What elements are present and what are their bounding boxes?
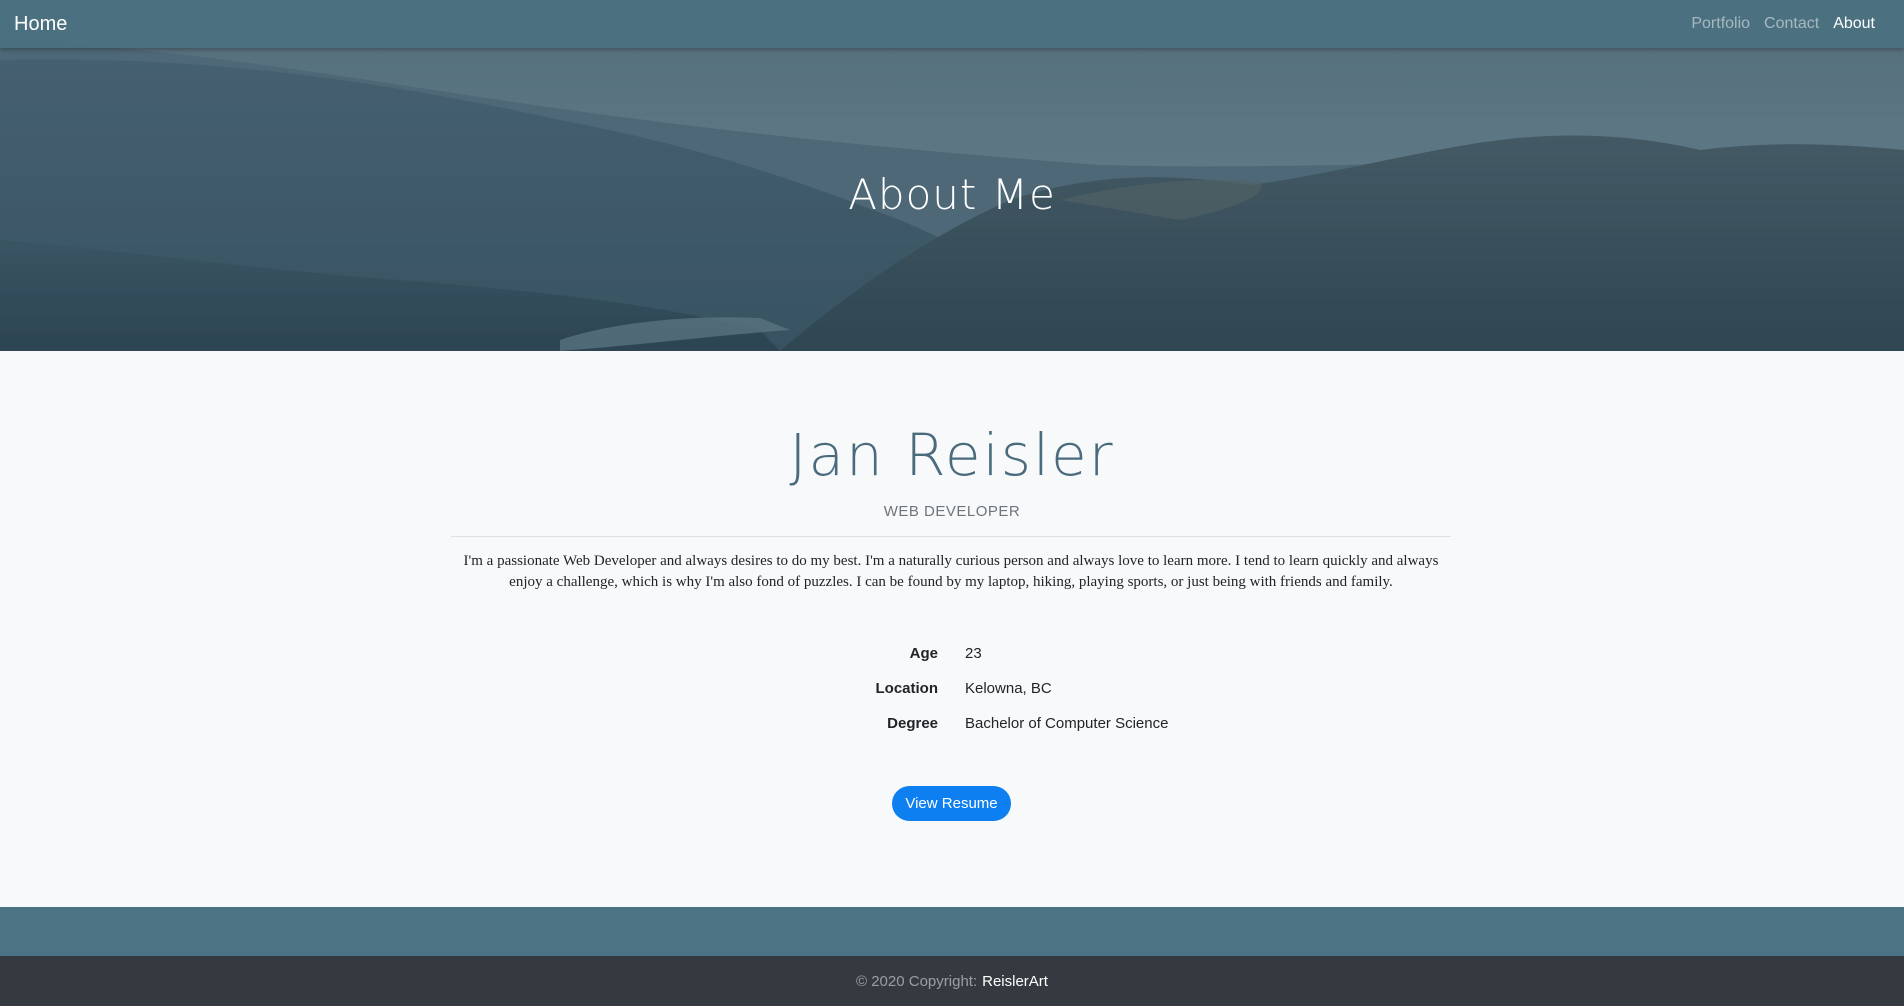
divider [451,536,1451,537]
footer: © 2020 Copyright: ReislerArt [0,956,1904,1006]
profile-bio: I'm a passionate Web Developer and alway… [463,553,1439,590]
nav-link-contact[interactable]: Contact [1757,15,1826,33]
profile-section: Jan Reisler WEB DEVELOPER I'm a passiona… [0,351,1904,907]
copyright-text: © 2020 Copyright: [856,972,978,990]
profile-name: Jan Reisler [789,421,1115,489]
detail-label: Age [909,645,938,662]
view-resume-button[interactable]: View Resume [892,786,1011,821]
profile-role: WEB DEVELOPER [883,503,1021,520]
detail-row-location: Location Kelowna, BC [0,671,1904,706]
page-title: About Me [848,170,1056,219]
hero-banner: About Me [0,0,1904,351]
footer-band [0,907,1904,956]
top-navbar: Home Portfolio Contact About [0,0,1904,48]
nav-links: Portfolio Contact About [1684,15,1882,33]
nav-link-about[interactable]: About [1826,15,1882,33]
detail-row-degree: Degree Bachelor of Computer Science [0,706,1904,741]
home-link[interactable]: Home [14,13,67,36]
detail-value: Kelowna, BC [965,680,1052,697]
detail-value: Bachelor of Computer Science [965,715,1169,732]
footer-link[interactable]: ReislerArt [982,973,1048,990]
detail-label: Location [875,680,939,697]
detail-value: 23 [965,645,982,662]
detail-row-age: Age 23 [0,636,1904,671]
nav-link-portfolio[interactable]: Portfolio [1684,15,1757,33]
detail-label: Degree [887,715,938,732]
details-table: Age 23 Location Kelowna, BC Degree Bache… [0,636,1904,741]
